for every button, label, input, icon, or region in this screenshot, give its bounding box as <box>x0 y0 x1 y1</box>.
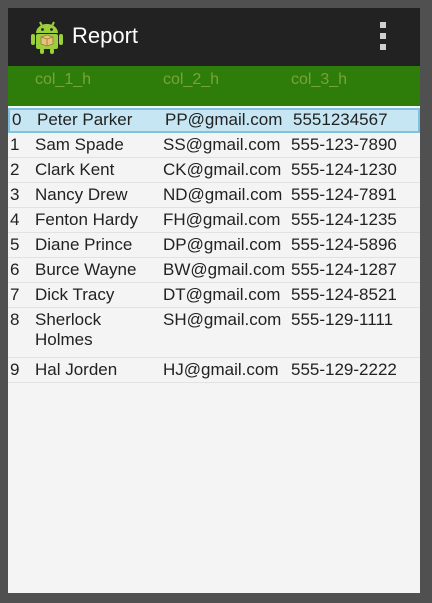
overflow-menu-icon[interactable] <box>370 20 398 54</box>
row-index: 0 <box>12 110 22 129</box>
row-index: 1 <box>10 135 20 154</box>
name-cell: Nancy Drew <box>35 185 128 204</box>
phone-cell: 555-124-1287 <box>291 260 397 279</box>
row-index: 2 <box>10 160 20 179</box>
data-table: 0 Peter Parker PP@gmail.com 5551234567 1… <box>8 108 420 383</box>
email-cell: CK@gmail.com <box>163 160 282 179</box>
email-cell: DT@gmail.com <box>163 285 281 304</box>
name-cell: Sam Spade <box>35 135 124 154</box>
name-cell: Sherlock Holmes <box>35 310 102 349</box>
row-index: 4 <box>10 210 20 229</box>
page-title: Report <box>72 23 139 48</box>
table-row[interactable]: 6 Burce Wayne BW@gmail.com 555-124-1287 <box>8 258 420 283</box>
email-cell: BW@gmail.com <box>163 260 286 279</box>
phone-cell: 555-124-5896 <box>291 235 397 254</box>
action-bar: Report <box>8 8 420 66</box>
table-row[interactable]: 7 Dick Tracy DT@gmail.com 555-124-8521 <box>8 283 420 308</box>
name-cell: Diane Prince <box>35 235 133 254</box>
name-cell: Peter Parker <box>37 110 133 129</box>
row-index: 8 <box>10 310 20 329</box>
phone-cell: 555-123-7890 <box>291 135 397 154</box>
android-icon[interactable] <box>30 19 64 55</box>
row-index: 7 <box>10 285 20 304</box>
email-cell: HJ@gmail.com <box>163 360 279 379</box>
name-cell: Fenton Hardy <box>35 210 138 229</box>
row-index: 5 <box>10 235 20 254</box>
table-row[interactable]: 4 Fenton Hardy FH@gmail.com 555-124-1235 <box>8 208 420 233</box>
table-row[interactable]: 8 Sherlock Holmes SH@gmail.com 555-129-1… <box>8 308 420 358</box>
table-row[interactable]: 2 Clark Kent CK@gmail.com 555-124-1230 <box>8 158 420 183</box>
email-cell: DP@gmail.com <box>163 235 282 254</box>
phone-cell: 555-124-1235 <box>291 210 397 229</box>
table-row[interactable]: 1 Sam Spade SS@gmail.com 555-123-7890 <box>8 133 420 158</box>
phone-cell: 555-129-1111 <box>291 310 394 329</box>
table-row[interactable]: 0 Peter Parker PP@gmail.com 5551234567 <box>8 108 420 133</box>
row-index: 3 <box>10 185 20 204</box>
name-cell: Burce Wayne <box>35 260 137 279</box>
table-row[interactable]: 9 Hal Jorden HJ@gmail.com 555-129-2222 <box>8 358 420 383</box>
row-index: 6 <box>10 260 20 279</box>
phone-cell: 5551234567 <box>293 110 388 129</box>
table-row[interactable]: 5 Diane Prince DP@gmail.com 555-124-5896 <box>8 233 420 258</box>
phone-cell: 555-124-1230 <box>291 160 397 179</box>
email-cell: SH@gmail.com <box>163 310 282 329</box>
column-header: col_1_h <box>35 71 92 88</box>
table-row[interactable]: 3 Nancy Drew ND@gmail.com 555-124-7891 <box>8 183 420 208</box>
name-cell: Dick Tracy <box>35 285 115 304</box>
phone-cell: 555-124-8521 <box>291 285 397 304</box>
email-cell: PP@gmail.com <box>165 110 283 129</box>
name-cell: Clark Kent <box>35 160 115 179</box>
phone-cell: 555-124-7891 <box>291 185 397 204</box>
email-cell: ND@gmail.com <box>163 185 283 204</box>
email-cell: SS@gmail.com <box>163 135 281 154</box>
name-cell: Hal Jorden <box>35 360 118 379</box>
column-header: col_3_h <box>291 71 348 88</box>
device-frame: Report col_1_h col_2_h col_3_h 0 Peter P… <box>0 0 432 603</box>
email-cell: FH@gmail.com <box>163 210 281 229</box>
phone-cell: 555-129-2222 <box>291 360 397 379</box>
column-header: col_2_h <box>163 71 220 88</box>
row-index: 9 <box>10 360 20 379</box>
table-header: col_1_h col_2_h col_3_h <box>8 66 420 106</box>
app-screen: Report col_1_h col_2_h col_3_h 0 Peter P… <box>8 8 420 593</box>
